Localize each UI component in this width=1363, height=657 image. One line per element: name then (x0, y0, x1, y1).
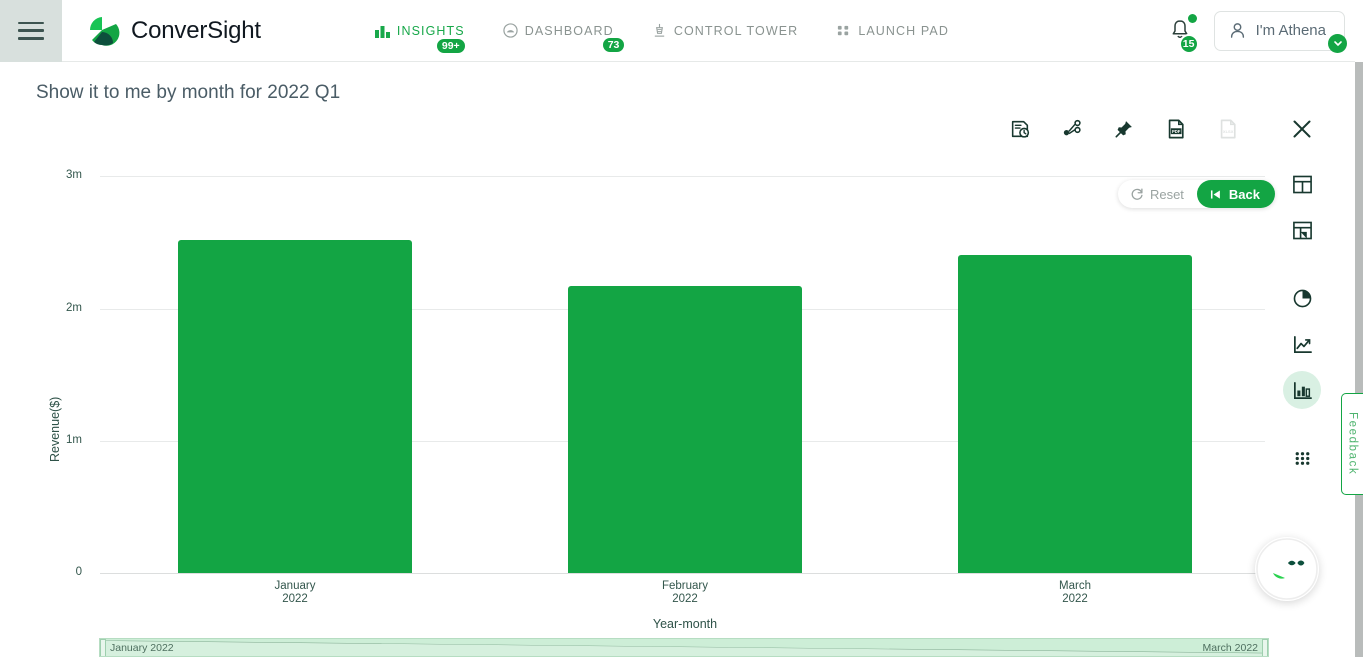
user-menu-button[interactable]: I'm Athena (1213, 10, 1347, 53)
x-tick-january: January 2022 (215, 580, 375, 606)
gauge-icon (503, 23, 518, 38)
notification-count-badge: 15 (1178, 33, 1199, 54)
back-button-label: Back (1228, 186, 1260, 202)
y-tick-2m: 2m (66, 302, 82, 314)
brand-logo-area[interactable]: ConverSight (86, 14, 261, 48)
bar-february[interactable] (568, 285, 802, 573)
skip-back-icon (1210, 189, 1220, 199)
chart-range-slider[interactable]: January 2022 March 2022 (99, 638, 1269, 657)
nav-label-dashboard: DASHBOARD (524, 23, 614, 38)
nav-label-control-tower: CONTROL TOWER (673, 23, 799, 38)
bar-chart-icon (374, 25, 390, 38)
history-icon[interactable] (1005, 114, 1035, 144)
control-tower-icon (654, 23, 664, 37)
insight-toolbar: PDF XLSX (1005, 114, 1317, 144)
conversight-logo-icon (86, 14, 120, 48)
line-chart-icon[interactable] (1283, 325, 1321, 363)
hamburger-menu-button[interactable] (0, 0, 62, 62)
revenue-bar-chart: Revenue($) 3m 2m 1m 0 January 2022 Febru… (0, 150, 1275, 640)
hamburger-icon (18, 21, 44, 40)
range-handle-start[interactable] (100, 639, 106, 656)
app-header: ConverSight INSIGHTS 99+ DASHBOARD 73 CO… (0, 0, 1363, 62)
range-handle-end[interactable] (1262, 639, 1268, 656)
user-name-label: I'm Athena (1255, 22, 1326, 39)
visualization-type-rail (1283, 165, 1321, 477)
xlsx-export-icon[interactable]: XLSX (1213, 114, 1243, 144)
main-navigation: INSIGHTS 99+ DASHBOARD 73 CONTROL TOWER … (373, 17, 951, 55)
page-scrollbar[interactable] (1355, 0, 1363, 657)
pdf-export-icon[interactable]: PDF (1161, 114, 1191, 144)
nav-item-control-tower[interactable]: CONTROL TOWER (650, 17, 801, 44)
grid-dots-icon (838, 25, 849, 36)
feedback-tab[interactable]: Feedback (1341, 393, 1363, 495)
nav-item-insights[interactable]: INSIGHTS 99+ (373, 18, 467, 55)
share-icon[interactable] (1057, 114, 1087, 144)
nav-badge-dashboard: 73 (600, 36, 627, 54)
x-tick-march: March 2022 (995, 580, 1155, 606)
y-axis-title: Revenue($) (48, 396, 62, 462)
gridline-3m (100, 176, 1265, 177)
nav-label-launch-pad: LAUNCH PAD (858, 23, 949, 38)
x-tick-march-line1: March (1059, 580, 1091, 592)
reset-button[interactable]: Reset (1118, 180, 1197, 208)
x-tick-january-line1: January (274, 580, 316, 592)
athena-assistant-avatar (1256, 538, 1318, 600)
application-window: ConverSight INSIGHTS 99+ DASHBOARD 73 CO… (0, 0, 1363, 657)
scrollbar-header-mask (1355, 0, 1363, 62)
bar-chart-icon[interactable] (1283, 371, 1321, 409)
nav-badge-insights: 99+ (434, 36, 467, 55)
pivot-view-icon[interactable] (1283, 211, 1321, 249)
x-tick-february-line2: 2022 (672, 593, 698, 605)
range-preview-line (100, 640, 1268, 656)
pin-icon[interactable] (1109, 114, 1139, 144)
nav-item-launch-pad[interactable]: LAUNCH PAD (834, 17, 951, 44)
y-tick-0: 0 (75, 566, 82, 578)
bar-march[interactable] (958, 255, 1192, 573)
y-tick-1m: 1m (66, 434, 82, 446)
gridline-0 (100, 573, 1265, 574)
svg-text:PDF: PDF (1172, 129, 1181, 134)
user-icon (1230, 23, 1244, 38)
close-icon[interactable] (1287, 114, 1317, 144)
pie-chart-icon[interactable] (1283, 279, 1321, 317)
notifications-button[interactable]: 15 (1168, 13, 1200, 54)
x-tick-march-line2: 2022 (1062, 593, 1088, 605)
x-tick-february: February 2022 (605, 580, 765, 606)
x-tick-february-line1: February (661, 580, 709, 592)
back-button[interactable]: Back (1196, 180, 1275, 208)
feedback-tab-label: Feedback (1346, 412, 1359, 476)
nav-item-dashboard[interactable]: DASHBOARD 73 (501, 17, 627, 54)
more-options-icon[interactable] (1283, 439, 1321, 477)
chevron-down-icon (1328, 33, 1347, 53)
range-start-label: January 2022 (110, 642, 174, 654)
range-end-label: March 2022 (1202, 642, 1258, 654)
reset-button-label: Reset (1149, 186, 1184, 202)
notification-dot (1187, 13, 1197, 23)
athena-assistant-button[interactable] (1255, 537, 1319, 601)
svg-text:XLSX: XLSX (1223, 129, 1234, 134)
header-right-cluster: 15 I'm Athena (1168, 10, 1363, 54)
nav-label-insights: INSIGHTS (396, 23, 465, 38)
table-view-icon[interactable] (1283, 165, 1321, 203)
x-axis-title: Year-month (652, 617, 718, 631)
chart-action-buttons: Reset Back (1117, 180, 1275, 208)
page-title: Show it to me by month for 2022 Q1 (36, 82, 341, 103)
refresh-icon (1131, 188, 1143, 200)
bar-january[interactable] (178, 239, 412, 573)
brand-name: ConverSight (131, 16, 261, 44)
x-tick-january-line2: 2022 (282, 593, 308, 605)
y-tick-3m: 3m (66, 169, 82, 181)
